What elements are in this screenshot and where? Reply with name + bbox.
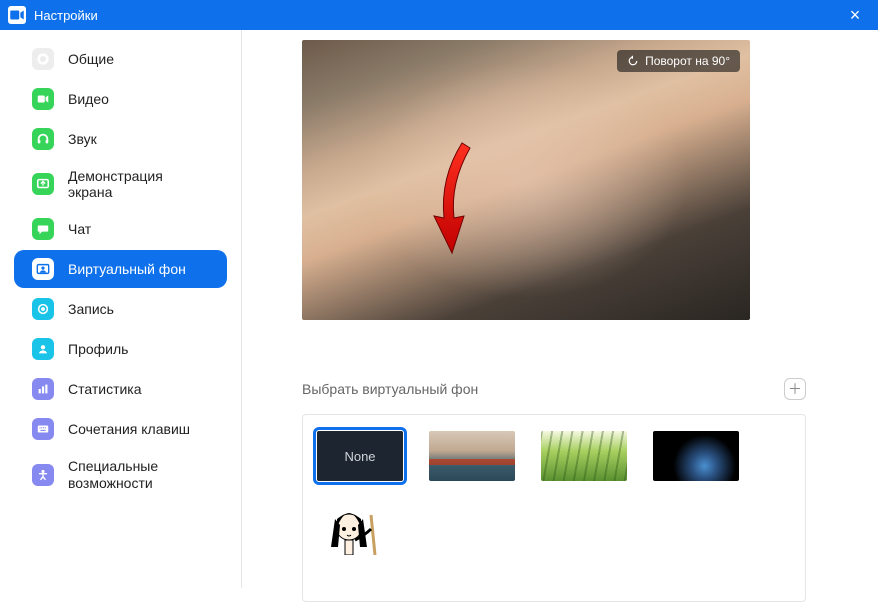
- sidebar-item-recording[interactable]: Запись: [14, 290, 227, 328]
- rotate-icon: [627, 55, 639, 67]
- sidebar-item-label: Профиль: [68, 341, 128, 357]
- sidebar-item-label: Общие: [68, 51, 114, 67]
- video-icon: [32, 88, 54, 110]
- section-title: Выбрать виртуальный фон: [302, 381, 478, 397]
- sidebar-item-video[interactable]: Видео: [14, 80, 227, 118]
- record-icon: [32, 298, 54, 320]
- sidebar-item-label: Статистика: [68, 381, 142, 397]
- titlebar: Настройки ×: [0, 0, 878, 30]
- window-title: Настройки: [34, 8, 98, 23]
- share-screen-icon: [32, 173, 54, 195]
- headphones-icon: [32, 128, 54, 150]
- background-avatar[interactable]: [317, 505, 403, 555]
- close-icon[interactable]: ×: [840, 6, 870, 24]
- sidebar-item-chat[interactable]: Чат: [14, 210, 227, 248]
- sidebar-item-share-screen[interactable]: Демонстрация экрана: [14, 160, 227, 208]
- sidebar-item-label: Специальные возможности: [68, 458, 209, 492]
- add-background-button[interactable]: ＋: [784, 378, 806, 400]
- background-bridge[interactable]: [429, 431, 515, 481]
- app-icon: [8, 6, 26, 24]
- sidebar-item-label: Виртуальный фон: [68, 261, 186, 277]
- sidebar-item-label: Демонстрация экрана: [68, 168, 209, 200]
- main-panel: Поворот на 90° Выбрать виртуальный фон ＋…: [242, 30, 878, 588]
- sidebar-item-general[interactable]: Общие: [14, 40, 227, 78]
- chat-icon: [32, 218, 54, 240]
- video-preview: Поворот на 90°: [302, 40, 750, 320]
- sidebar-item-virtual-background[interactable]: Виртуальный фон: [14, 250, 227, 288]
- backgrounds-list: None: [302, 414, 806, 602]
- background-none[interactable]: None: [317, 431, 403, 481]
- sidebar-item-keyboard-shortcuts[interactable]: Сочетания клавиш: [14, 410, 227, 448]
- rotate-label: Поворот на 90°: [645, 54, 730, 68]
- section-header: Выбрать виртуальный фон ＋: [302, 378, 806, 400]
- plus-icon: ＋: [788, 379, 802, 399]
- none-label: None: [344, 449, 375, 464]
- accessibility-icon: [32, 464, 54, 486]
- stats-icon: [32, 378, 54, 400]
- sidebar-item-label: Сочетания клавиш: [68, 421, 190, 437]
- avatar-image: [317, 505, 403, 555]
- sidebar-item-accessibility[interactable]: Специальные возможности: [14, 450, 227, 500]
- sidebar-item-label: Видео: [68, 91, 109, 107]
- sidebar-item-label: Запись: [68, 301, 114, 317]
- sidebar-item-profile[interactable]: Профиль: [14, 330, 227, 368]
- background-icon: [32, 258, 54, 280]
- rotate-button[interactable]: Поворот на 90°: [617, 50, 740, 72]
- gear-icon: [32, 48, 54, 70]
- keyboard-icon: [32, 418, 54, 440]
- sidebar-item-statistics[interactable]: Статистика: [14, 370, 227, 408]
- sidebar-item-label: Чат: [68, 221, 91, 237]
- profile-icon: [32, 338, 54, 360]
- sidebar-item-label: Звук: [68, 131, 97, 147]
- sidebar-item-audio[interactable]: Звук: [14, 120, 227, 158]
- background-grass[interactable]: [541, 431, 627, 481]
- sidebar: Общие Видео Звук Демонстрация экрана Чат: [0, 30, 242, 588]
- background-earth[interactable]: [653, 431, 739, 481]
